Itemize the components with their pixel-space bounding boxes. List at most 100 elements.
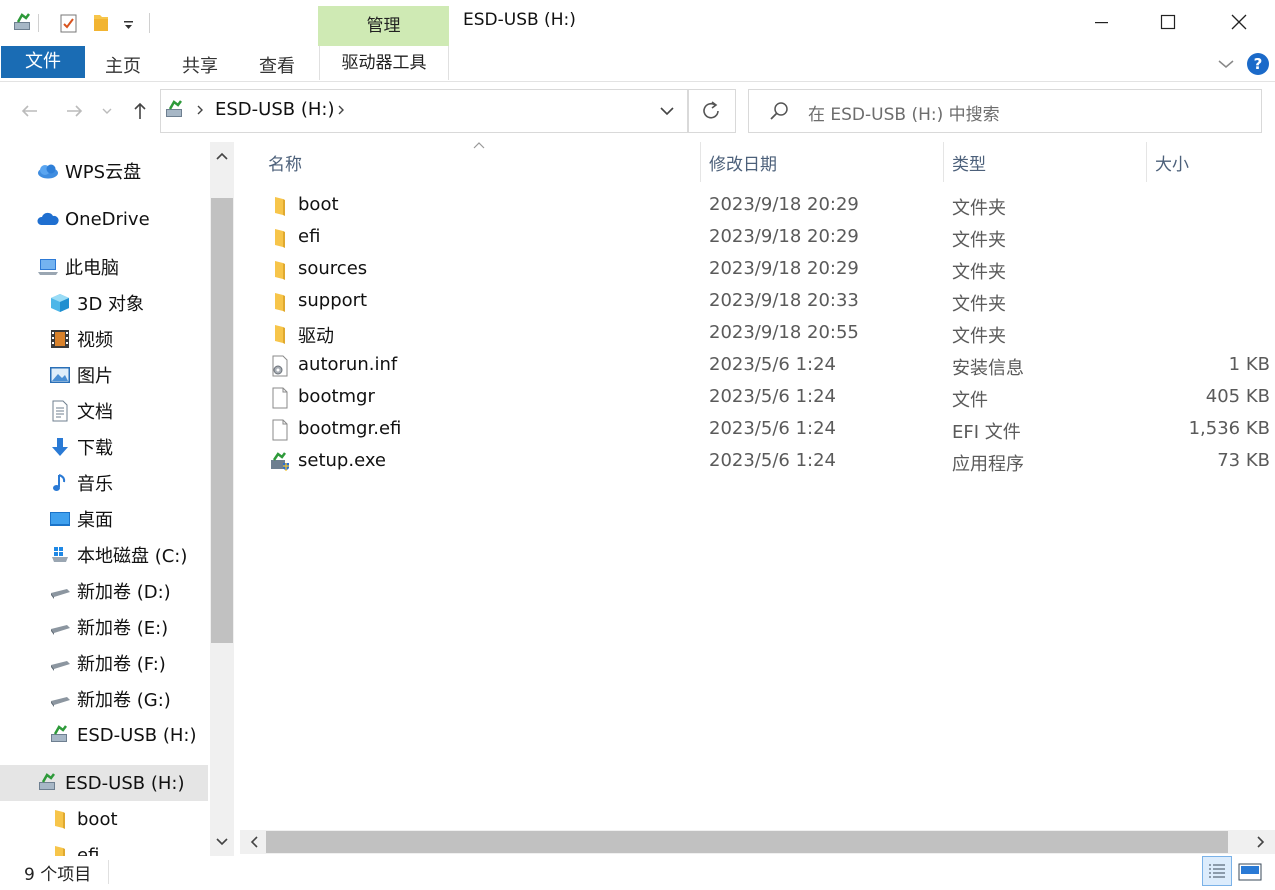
- nav-item-label: efi: [77, 844, 100, 857]
- file-row[interactable]: autorun.inf 2023/5/6 1:24 安装信息 1 KB: [266, 350, 1275, 382]
- column-divider[interactable]: [943, 142, 944, 182]
- folder-icon: [269, 291, 291, 313]
- nav-item-drive-f[interactable]: 新加卷 (F:): [49, 648, 166, 678]
- nav-item-drive-c[interactable]: 本地磁盘 (C:): [49, 540, 187, 570]
- nav-item-this-pc[interactable]: 此电脑: [37, 252, 119, 282]
- file-name: support: [298, 290, 368, 311]
- cloud-icon: [37, 160, 59, 182]
- nav-item-drive-h[interactable]: ESD-USB (H:): [49, 720, 196, 750]
- file-date: 2023/5/6 1:24: [709, 386, 836, 407]
- refresh-button[interactable]: [689, 89, 736, 133]
- breadcrumb-chevron-icon[interactable]: [334, 102, 348, 118]
- nav-item-label: 新加卷 (D:): [77, 582, 171, 603]
- scroll-down-arrow-icon[interactable]: [212, 832, 232, 852]
- forward-arrow-icon[interactable]: [61, 98, 87, 124]
- scroll-left-arrow-icon[interactable]: [244, 832, 264, 852]
- nav-item-drive-d[interactable]: 新加卷 (D:): [49, 576, 171, 606]
- back-arrow-icon[interactable]: [17, 98, 43, 124]
- file-size: 405 KB: [1205, 386, 1270, 407]
- column-divider[interactable]: [700, 142, 701, 182]
- file-name: bootmgr.efi: [298, 418, 402, 439]
- up-arrow-icon[interactable]: [127, 98, 153, 124]
- nav-item-usb-efi[interactable]: efi: [49, 840, 99, 856]
- nav-item-videos[interactable]: 视频: [49, 324, 113, 354]
- drive-usb-icon[interactable]: [12, 12, 34, 34]
- nav-item-3d-objects[interactable]: 3D 对象: [49, 288, 144, 318]
- file-name: autorun.inf: [298, 354, 398, 375]
- folder-icon: [269, 227, 291, 249]
- tab-drive-tools[interactable]: 驱动器工具: [319, 46, 449, 80]
- file-row[interactable]: bootmgr 2023/5/6 1:24 文件 405 KB: [266, 382, 1275, 414]
- file-name: setup.exe: [298, 450, 386, 471]
- settings-file-icon: [269, 355, 291, 377]
- tab-share[interactable]: 共享: [182, 52, 218, 78]
- breadcrumb-chevron-icon[interactable]: [193, 102, 207, 118]
- large-icons-view-button[interactable]: [1237, 860, 1263, 884]
- nav-item-documents[interactable]: 文档: [49, 396, 113, 426]
- music-note-icon: [49, 472, 71, 494]
- nav-item-onedrive[interactable]: OneDrive: [37, 204, 150, 234]
- drive-usb-icon: [49, 724, 71, 746]
- nav-item-wps-cloud[interactable]: WPS云盘: [37, 156, 141, 186]
- column-header-size[interactable]: 大小: [1155, 150, 1189, 175]
- maximize-button[interactable]: [1148, 8, 1188, 38]
- file-name: 驱动: [298, 326, 334, 347]
- download-arrow-icon: [49, 436, 71, 458]
- file-row[interactable]: bootmgr.efi 2023/5/6 1:24 EFI 文件 1,536 KB: [266, 414, 1275, 446]
- properties-icon[interactable]: [58, 12, 80, 34]
- address-dropdown-icon[interactable]: [656, 102, 678, 120]
- file-date: 2023/9/18 20:55: [709, 322, 859, 343]
- file-date: 2023/5/6 1:24: [709, 418, 836, 439]
- recent-locations-chevron-icon[interactable]: [97, 98, 117, 124]
- tab-file[interactable]: 文件: [1, 46, 85, 78]
- scroll-right-arrow-icon[interactable]: [1251, 832, 1271, 852]
- breadcrumb-drive[interactable]: ESD-USB (H:): [215, 99, 334, 120]
- file-row[interactable]: efi 2023/9/18 20:29 文件夹: [266, 222, 1275, 254]
- file-row[interactable]: 驱动 2023/9/18 20:55 文件夹: [266, 318, 1275, 350]
- column-divider[interactable]: [1146, 142, 1147, 182]
- file-row[interactable]: sources 2023/9/18 20:29 文件夹: [266, 254, 1275, 286]
- minimize-button[interactable]: [1081, 8, 1121, 38]
- tab-view[interactable]: 查看: [259, 52, 295, 78]
- file-row[interactable]: support 2023/9/18 20:33 文件夹: [266, 286, 1275, 318]
- file-row[interactable]: boot 2023/9/18 20:29 文件夹: [266, 190, 1275, 222]
- document-icon: [49, 400, 71, 422]
- column-header-date[interactable]: 修改日期: [709, 150, 777, 175]
- column-header-name[interactable]: 名称: [268, 150, 302, 175]
- expand-ribbon-icon[interactable]: [1214, 52, 1238, 76]
- nav-item-label: 此电脑: [65, 258, 119, 279]
- nav-item-drive-g[interactable]: 新加卷 (G:): [49, 684, 171, 714]
- film-video-icon: [49, 328, 71, 350]
- tab-home[interactable]: 主页: [105, 52, 141, 78]
- nav-item-drive-e[interactable]: 新加卷 (E:): [49, 612, 168, 642]
- picture-icon: [49, 364, 71, 386]
- file-type: 文件夹: [952, 230, 1006, 251]
- horizontal-scrollbar-thumb[interactable]: [266, 831, 1228, 853]
- close-button[interactable]: [1219, 8, 1259, 38]
- nav-item-music[interactable]: 音乐: [49, 468, 113, 498]
- nav-item-downloads[interactable]: 下载: [49, 432, 113, 462]
- tab-manage[interactable]: 管理: [318, 6, 449, 46]
- nav-item-pictures[interactable]: 图片: [49, 360, 113, 390]
- file-row[interactable]: setup.exe 2023/5/6 1:24 应用程序 73 KB: [266, 446, 1275, 478]
- refresh-icon: [703, 101, 719, 119]
- details-view-button[interactable]: [1202, 856, 1232, 886]
- onedrive-cloud-icon: [37, 208, 59, 230]
- new-folder-icon[interactable]: [90, 12, 112, 34]
- customize-qat-icon[interactable]: [118, 12, 140, 34]
- hard-drive-icon: [49, 616, 71, 638]
- nav-item-usb-root[interactable]: ESD-USB (H:): [37, 768, 184, 798]
- file-name: boot: [298, 194, 339, 215]
- column-header-type[interactable]: 类型: [952, 150, 986, 175]
- file-date: 2023/9/18 20:29: [709, 194, 859, 215]
- nav-item-desktop[interactable]: 桌面: [49, 504, 113, 534]
- nav-item-usb-boot[interactable]: boot: [49, 804, 118, 834]
- nav-scrollbar-thumb[interactable]: [211, 198, 233, 643]
- folder-icon: [269, 323, 291, 345]
- desktop-icon: [49, 508, 71, 530]
- help-icon[interactable]: ?: [1246, 52, 1270, 76]
- file-type: 文件夹: [952, 326, 1006, 347]
- scroll-up-arrow-icon[interactable]: [212, 146, 232, 166]
- drive-usb-icon: [164, 99, 186, 121]
- search-icon: [768, 100, 790, 122]
